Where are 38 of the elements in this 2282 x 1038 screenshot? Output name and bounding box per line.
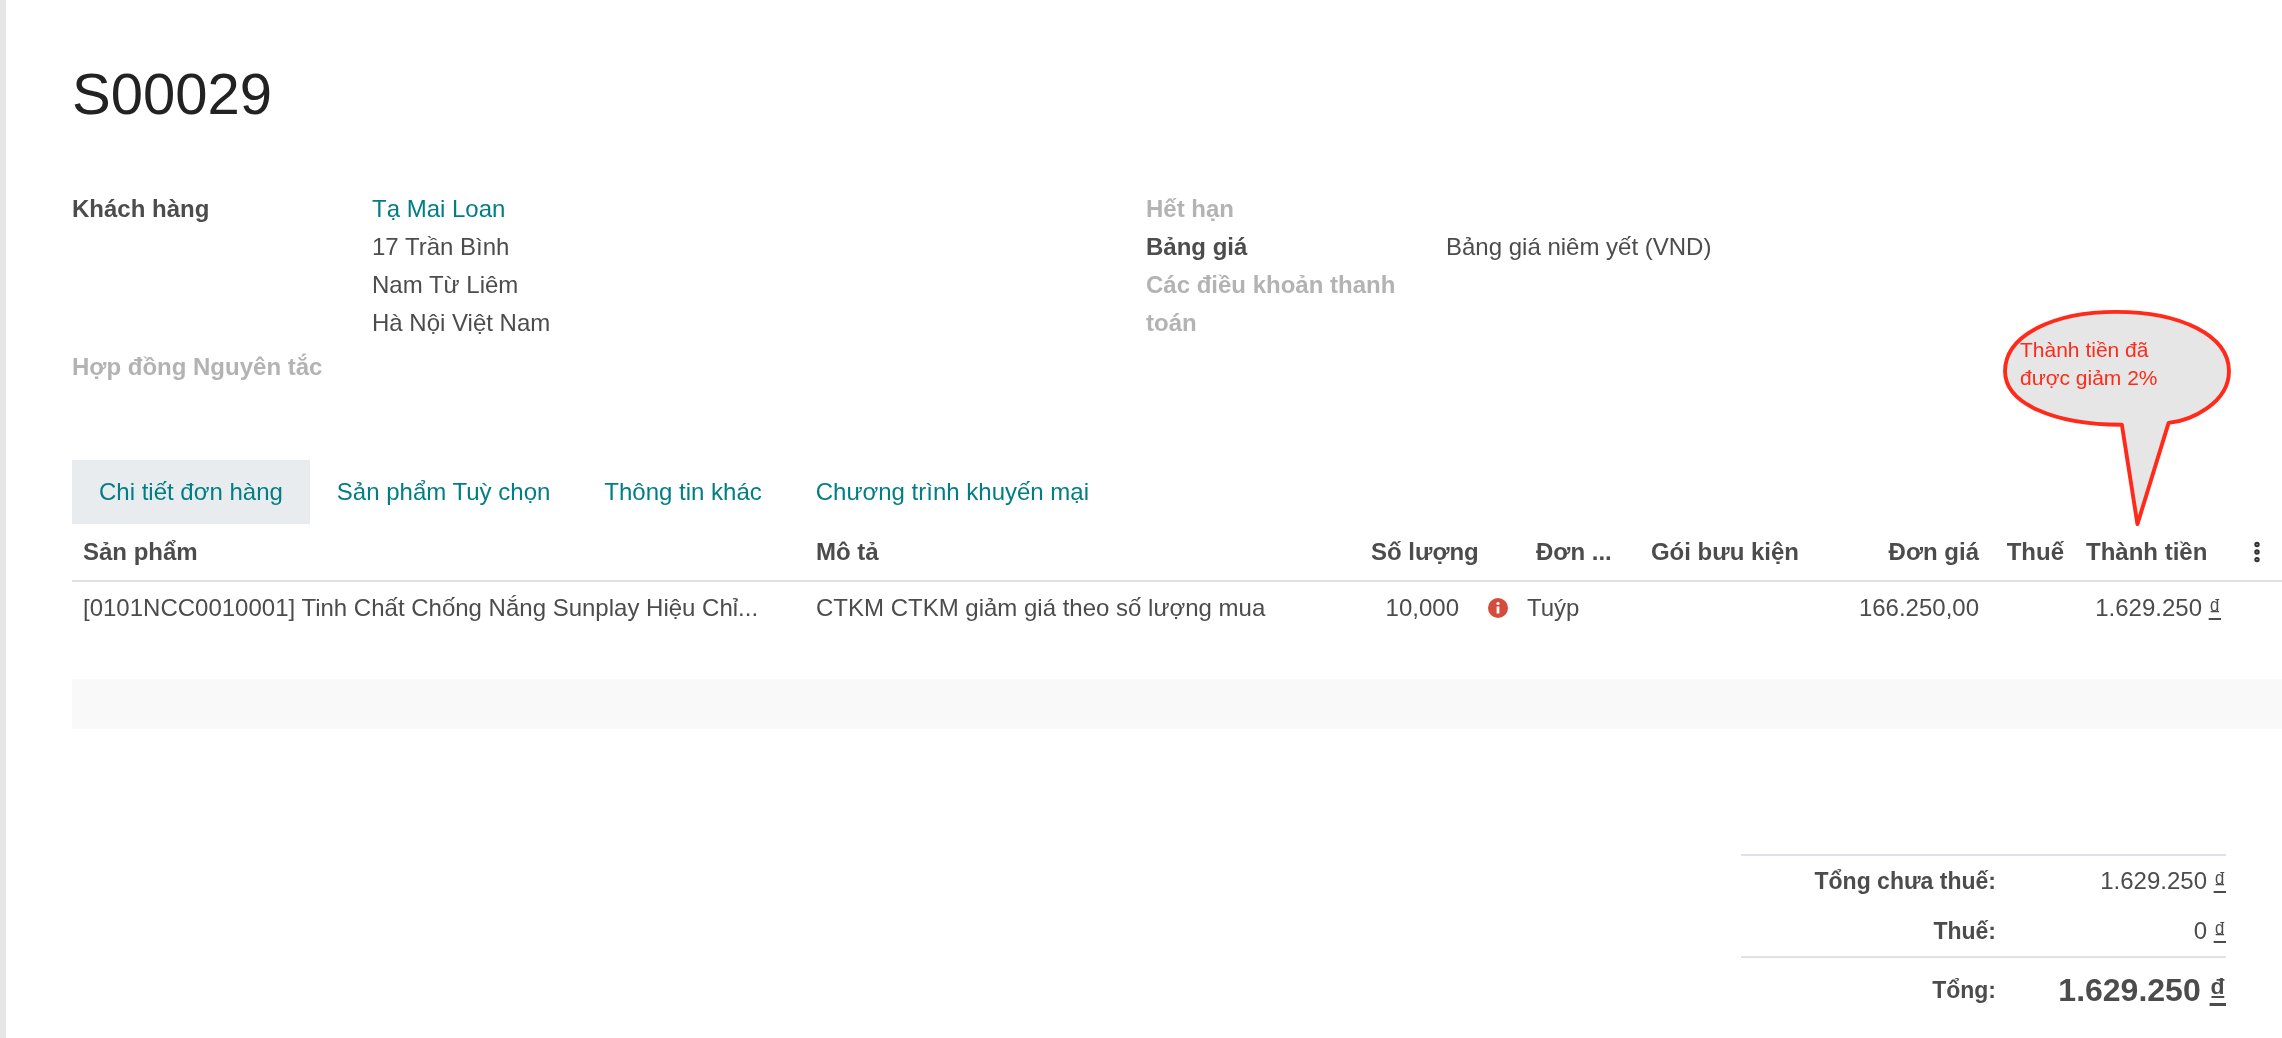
field-label: Bảng giá: [1146, 233, 1248, 260]
tab[interactable]: Chương trình khuyến mại: [788, 460, 1117, 524]
total-amount: 0 ₫: [2193, 917, 2226, 944]
table-cell: Tuýp: [1527, 594, 1580, 621]
field-label: Các điều khoản thanh toán: [1146, 271, 1396, 336]
callout-text: Thành tiền đã: [2020, 337, 2150, 363]
warning-icon[interactable]: [1487, 598, 1508, 618]
total-amount: 1.629.250 ₫: [2058, 972, 2226, 1008]
field-value: Nam Từ Liêm: [372, 270, 520, 300]
tab[interactable]: Thông tin khác: [577, 460, 789, 524]
order-title: S00029: [72, 60, 273, 128]
tab[interactable]: Sản phẩm Tuỳ chọn: [309, 460, 578, 524]
total-amount: 1.629.250 ₫: [2100, 867, 2226, 894]
total-label: Thuế:: [1933, 917, 1996, 944]
column-header[interactable]: Số lượng: [1371, 538, 1479, 565]
total-label: Tổng chưa thuế:: [1814, 867, 1996, 894]
tab[interactable]: Chi tiết đơn hàng: [72, 460, 310, 524]
table-cell: 166.250,00: [1858, 594, 1979, 621]
field-label: Khách hàng: [72, 195, 210, 222]
column-header[interactable]: Thuế: [2006, 538, 2064, 565]
field-value: Hà Nội Việt Nam: [372, 308, 551, 338]
column-header[interactable]: Đơn giá: [1888, 538, 1979, 565]
callout-text: được giảm 2%: [2020, 365, 2158, 391]
total-label: Tổng:: [1932, 976, 1996, 1003]
field-value: 17 Trần Bình: [372, 232, 511, 262]
table-cell: [0101NCC0010001] Tinh Chất Chống Nắng Sunplay Hiệu Chỉ...: [83, 594, 759, 621]
table-cell: CTKM CTKM giảm giá theo số lượng mua: [816, 594, 1266, 621]
field-label: Hết hạn: [1146, 195, 1234, 222]
customer-link[interactable]: Tạ Mai Loan: [372, 190, 551, 228]
field-value: Bảng giá niêm yết (VND): [1446, 232, 1712, 262]
table-cell: 1.629.250 ₫: [2095, 594, 2221, 621]
field-label: Hợp đồng Nguyên tắc: [72, 353, 323, 380]
table-cell: 10,000: [1385, 594, 1459, 621]
column-header[interactable]: Đơn ...: [1536, 538, 1612, 565]
column-header[interactable]: Thành tiền: [2086, 538, 2208, 565]
column-header[interactable]: Gói bưu kiện: [1650, 538, 1799, 565]
column-header[interactable]: Sản phẩm: [83, 538, 198, 565]
column-header[interactable]: Mô tả: [816, 538, 879, 565]
